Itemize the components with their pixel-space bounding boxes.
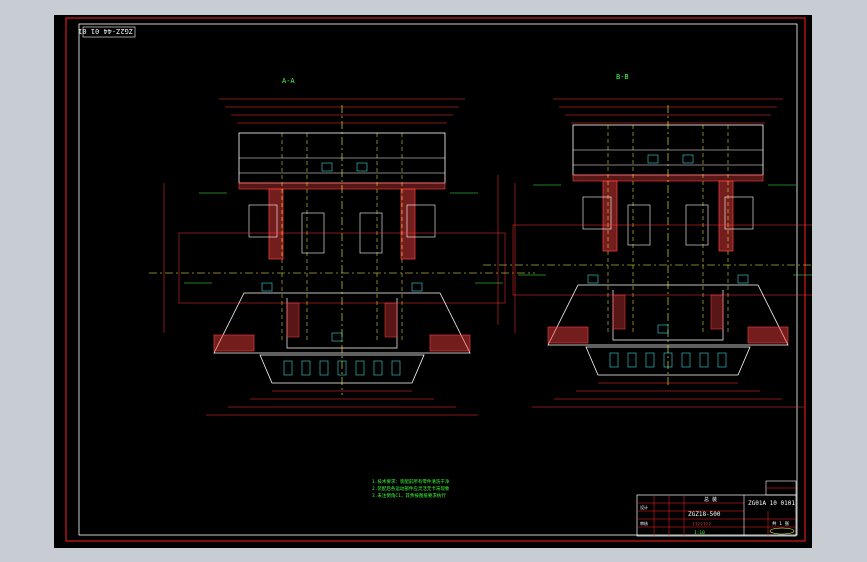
hidden-detail (411, 282, 423, 292)
hidden-detail (647, 154, 659, 164)
foot-left (213, 334, 255, 352)
hidden-detail (682, 154, 694, 164)
bolt-hole (681, 352, 691, 368)
left-column (268, 188, 284, 260)
recess-wall-l (612, 294, 626, 330)
bolt-hole (373, 360, 383, 376)
recess-wall-r (384, 302, 398, 338)
technical-notes: 1.技术要求：装配前所有零件清洗干净 2.装配后各运动部件应灵活无卡滞现象 3.… (372, 478, 450, 499)
cad-drawing-canvas[interactable]: ZG2Z-44 01 01 A-A B-B 1.技术要求：装配前所有零件清洗干净… (54, 15, 853, 548)
sheet-outer-border (65, 17, 806, 542)
tb-material: ??????? (692, 522, 711, 528)
foot-right (747, 326, 789, 344)
hidden-detail (261, 282, 273, 292)
note-line-1: 1.技术要求：装配前所有零件清洗干净 (372, 478, 450, 485)
hidden-detail (321, 162, 333, 172)
bolt-hole (301, 360, 311, 376)
recess-wall-r (710, 294, 724, 330)
hidden-detail (657, 324, 669, 334)
sheet-inner-border (78, 23, 798, 536)
bolt-hole (319, 360, 329, 376)
tb-label-top: 总 装 (704, 496, 717, 503)
bolt-hole (391, 360, 401, 376)
section-view-right[interactable] (483, 98, 853, 408)
foot-left (547, 326, 589, 344)
bolt-hole (717, 352, 727, 368)
company-logo (769, 527, 795, 535)
title-block[interactable]: 总 装 ZGZ18-500 ??????? 1:10 ZG01A 10 0101… (636, 480, 797, 537)
hidden-detail (356, 162, 368, 172)
foot-right (429, 334, 471, 352)
right-column (400, 188, 416, 260)
bolt-hole (355, 360, 365, 376)
tb-drawing-no: ZG01A 10 0101 (748, 500, 795, 507)
tb-checker: 审核 (640, 520, 648, 526)
recess-wall-l (286, 302, 300, 338)
tb-part-name: ZGZ18-500 (688, 511, 721, 518)
view-label-right: B-B (616, 73, 629, 81)
section-view-left[interactable] (149, 98, 535, 416)
left-column (602, 180, 618, 252)
hidden-detail (737, 274, 749, 284)
bolt-hole (627, 352, 637, 368)
bolt-hole (609, 352, 619, 368)
cad-viewport[interactable]: ZG2Z-44 01 01 A-A B-B 1.技术要求：装配前所有零件清洗干净… (54, 15, 853, 548)
tb-scale: 1:10 (694, 530, 705, 536)
hidden-detail (331, 332, 343, 342)
bolt-hole (699, 352, 709, 368)
right-column (718, 180, 734, 252)
note-line-3: 3.未注倒角C1，其余按图纸要求执行 (372, 492, 446, 499)
tb-sheet: 共 1 张 (772, 520, 790, 527)
corner-code-text: ZG2Z-44 01 01 (78, 27, 133, 35)
tb-designer: 设计 (640, 504, 648, 510)
bolt-hole (645, 352, 655, 368)
bolt-hole (283, 360, 293, 376)
note-line-2: 2.装配后各运动部件应灵活无卡滞现象 (372, 485, 450, 492)
hidden-detail (587, 274, 599, 284)
dimension-frame (512, 224, 824, 296)
view-label-left: A-A (282, 77, 295, 85)
